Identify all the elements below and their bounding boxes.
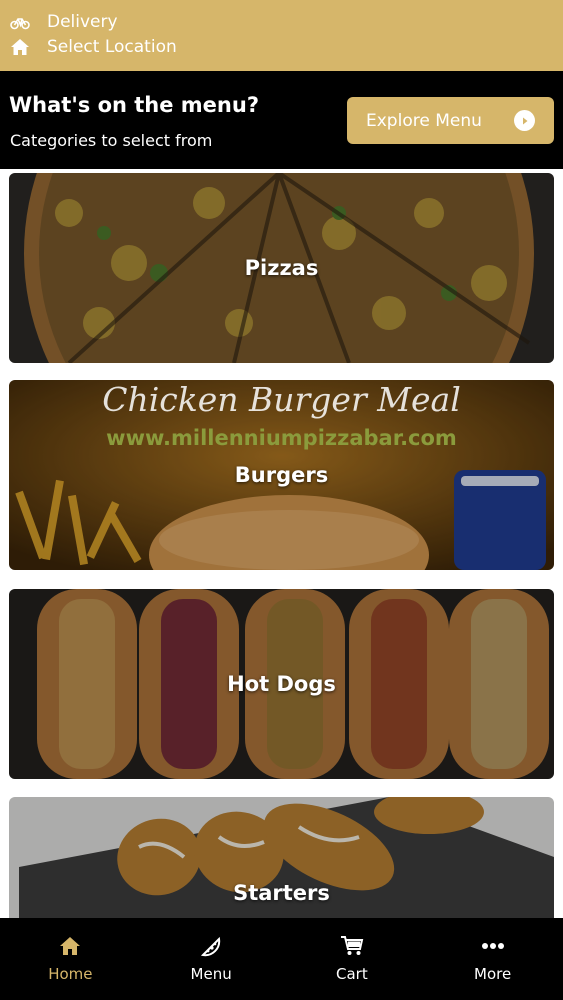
nav-cart-label: Cart [336,965,368,983]
category-card-starters[interactable]: Starters [9,797,554,918]
home-icon [10,37,30,57]
nav-menu[interactable]: Menu [141,918,282,1000]
nav-more[interactable]: More [422,918,563,1000]
category-card-burgers[interactable]: Chicken Burger Meal www.millenniumpizzab… [9,380,554,570]
category-list: Pizzas Chicken Burger Meal www.millenniu… [0,169,563,918]
delivery-bar: Delivery Select Location [0,0,563,71]
bicycle-icon [10,12,30,32]
category-label: Hot Dogs [227,672,336,696]
menu-header: What's on the menu? Categories to select… [0,71,563,169]
explore-menu-button[interactable]: Explore Menu [347,97,554,144]
category-card-hot-dogs[interactable]: Hot Dogs [9,589,554,779]
nav-cart[interactable]: Cart [282,918,423,1000]
delivery-row[interactable]: Delivery [10,12,118,32]
select-location-row[interactable]: Select Location [10,37,177,57]
nav-more-label: More [474,965,512,983]
cart-icon [340,934,364,958]
category-label: Burgers [234,463,329,487]
select-location-label: Select Location [47,37,177,57]
circle-arrow-right-icon [514,110,535,131]
nav-home-label: Home [48,965,93,983]
category-card-pizzas[interactable]: Pizzas [9,173,554,363]
nav-home[interactable]: Home [0,918,141,1000]
banner-url: www.millenniumpizzabar.com [106,426,457,450]
delivery-label: Delivery [47,12,118,32]
more-dots-icon [481,934,505,958]
explore-menu-label: Explore Menu [366,110,482,131]
banner-title: Chicken Burger Meal [102,380,461,419]
category-label: Starters [233,881,330,905]
home-icon [58,934,82,958]
pizza-slice-icon [199,934,223,958]
page-title: What's on the menu? [9,93,260,117]
bottom-navigation: Home Menu Cart More [0,918,563,1000]
page-subtitle: Categories to select from [10,131,213,150]
category-label: Pizzas [244,256,319,280]
nav-menu-label: Menu [190,965,232,983]
